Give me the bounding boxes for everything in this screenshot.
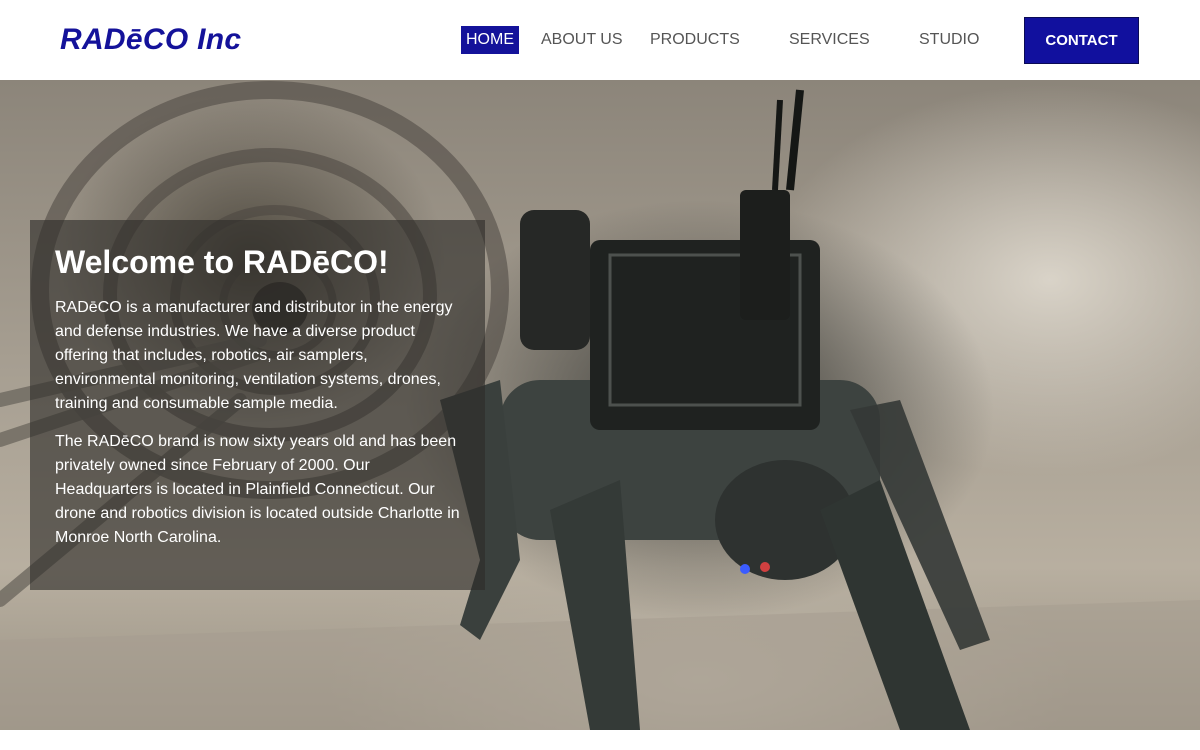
hero-title: Welcome to RADēCO! (55, 244, 389, 280)
bottom-strip (0, 730, 1200, 750)
nav-home[interactable]: HOME (461, 26, 519, 54)
nav-about-us[interactable]: ABOUT US (541, 26, 623, 54)
nav-products[interactable]: PRODUCTS (650, 26, 740, 54)
hero-paragraph-intro: RADēCO is a manufacturer and distributor… (55, 299, 453, 412)
site-header: RADēCO Inc HOME ABOUT US PRODUCTS SERVIC… (0, 0, 1200, 80)
contact-button[interactable]: CONTACT (1024, 17, 1139, 64)
nav-services[interactable]: SERVICES (789, 26, 870, 54)
hero-paragraph-history: The RADēCO brand is now sixty years old … (55, 433, 460, 546)
site-logo[interactable]: RADēCO Inc (60, 22, 241, 58)
hero-section: Welcome to RADēCO! RADēCO is a manufactu… (0, 80, 1200, 730)
welcome-panel: Welcome to RADēCO! RADēCO is a manufactu… (30, 220, 485, 590)
nav-studio[interactable]: STUDIO (919, 26, 979, 54)
